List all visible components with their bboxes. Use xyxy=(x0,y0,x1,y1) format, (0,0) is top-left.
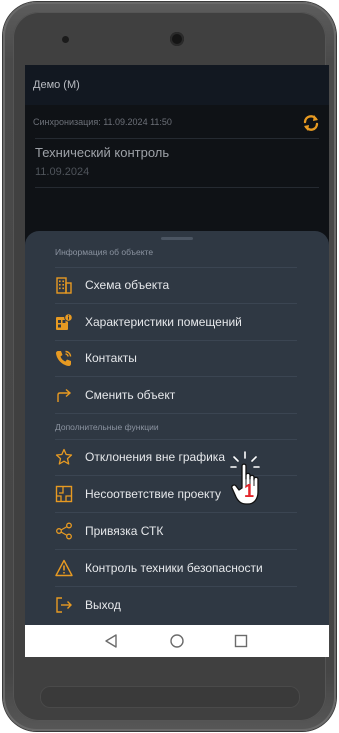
warning-icon xyxy=(55,559,73,577)
divider xyxy=(55,549,297,550)
document-title[interactable]: Технический контроль xyxy=(35,145,169,160)
building-icon xyxy=(56,277,72,294)
menu-item-logout[interactable]: Выход xyxy=(55,588,295,622)
menu-item-label: Контакты xyxy=(85,351,137,365)
menu-item-label: Контроль техники безопасности xyxy=(85,561,263,575)
sensor-dot xyxy=(62,36,69,43)
menu-item-project-mismatch[interactable]: Несоответствие проекту xyxy=(55,477,295,511)
room-info-icon xyxy=(56,313,73,330)
sheet-drag-handle[interactable] xyxy=(161,237,193,240)
step-number-badge: 1 xyxy=(244,481,255,501)
section-label-object-info: Информация об объекте xyxy=(55,247,154,257)
divider xyxy=(55,475,297,476)
switch-arrow-icon xyxy=(57,388,72,402)
document-date: 11.09.2024 xyxy=(35,166,90,178)
share-icon xyxy=(56,522,72,540)
menu-item-label: Характеристики помещений xyxy=(85,315,242,329)
app-screen: Демо (М) Синхронизация: 11.09.2024 11:50… xyxy=(25,65,329,657)
front-camera xyxy=(170,32,184,46)
menu-item-label: Сменить объект xyxy=(85,388,176,402)
menu-item-label: Несоответствие проекту xyxy=(85,487,222,501)
star-icon xyxy=(55,448,73,465)
bottom-sheet-menu: Информация об объекте Схема объекта Хара… xyxy=(25,231,329,625)
home-icon[interactable] xyxy=(168,632,186,650)
sync-status: Синхронизация: 11.09.2024 11:50 xyxy=(33,117,172,127)
menu-item-object-scheme[interactable]: Схема объекта xyxy=(55,268,295,302)
menu-item-label: Привязка СТК xyxy=(85,524,164,538)
phone-icon xyxy=(56,350,72,366)
divider xyxy=(55,303,297,304)
divider xyxy=(55,376,297,377)
menu-item-change-object[interactable]: Сменить объект xyxy=(55,378,295,412)
logout-icon xyxy=(56,597,72,613)
menu-item-deviations[interactable]: Отклонения вне графика xyxy=(55,440,295,474)
app-bar: Демо (М) xyxy=(25,65,329,105)
menu-item-contacts[interactable]: Контакты xyxy=(55,341,295,375)
android-nav-bar xyxy=(25,625,329,657)
bottom-speaker xyxy=(40,686,300,708)
divider xyxy=(55,586,297,587)
menu-item-label: Выход xyxy=(85,598,121,612)
divider xyxy=(35,187,319,188)
floorplan-icon xyxy=(55,485,73,503)
section-label-extra-functions: Дополнительные функции xyxy=(55,422,159,432)
menu-item-label: Отклонения вне графика xyxy=(85,450,225,464)
menu-item-safety-control[interactable]: Контроль техники безопасности xyxy=(55,551,295,585)
menu-item-stk-binding[interactable]: Привязка СТК xyxy=(55,514,295,548)
app-title: Демо (М) xyxy=(33,79,80,91)
back-icon[interactable] xyxy=(103,632,121,650)
sync-icon[interactable] xyxy=(301,113,321,133)
recent-apps-icon[interactable] xyxy=(232,632,250,650)
menu-item-room-characteristics[interactable]: Характеристики помещений xyxy=(55,305,295,339)
divider xyxy=(35,138,319,139)
divider xyxy=(55,512,297,513)
menu-item-label: Схема объекта xyxy=(85,278,170,292)
divider xyxy=(55,413,297,414)
